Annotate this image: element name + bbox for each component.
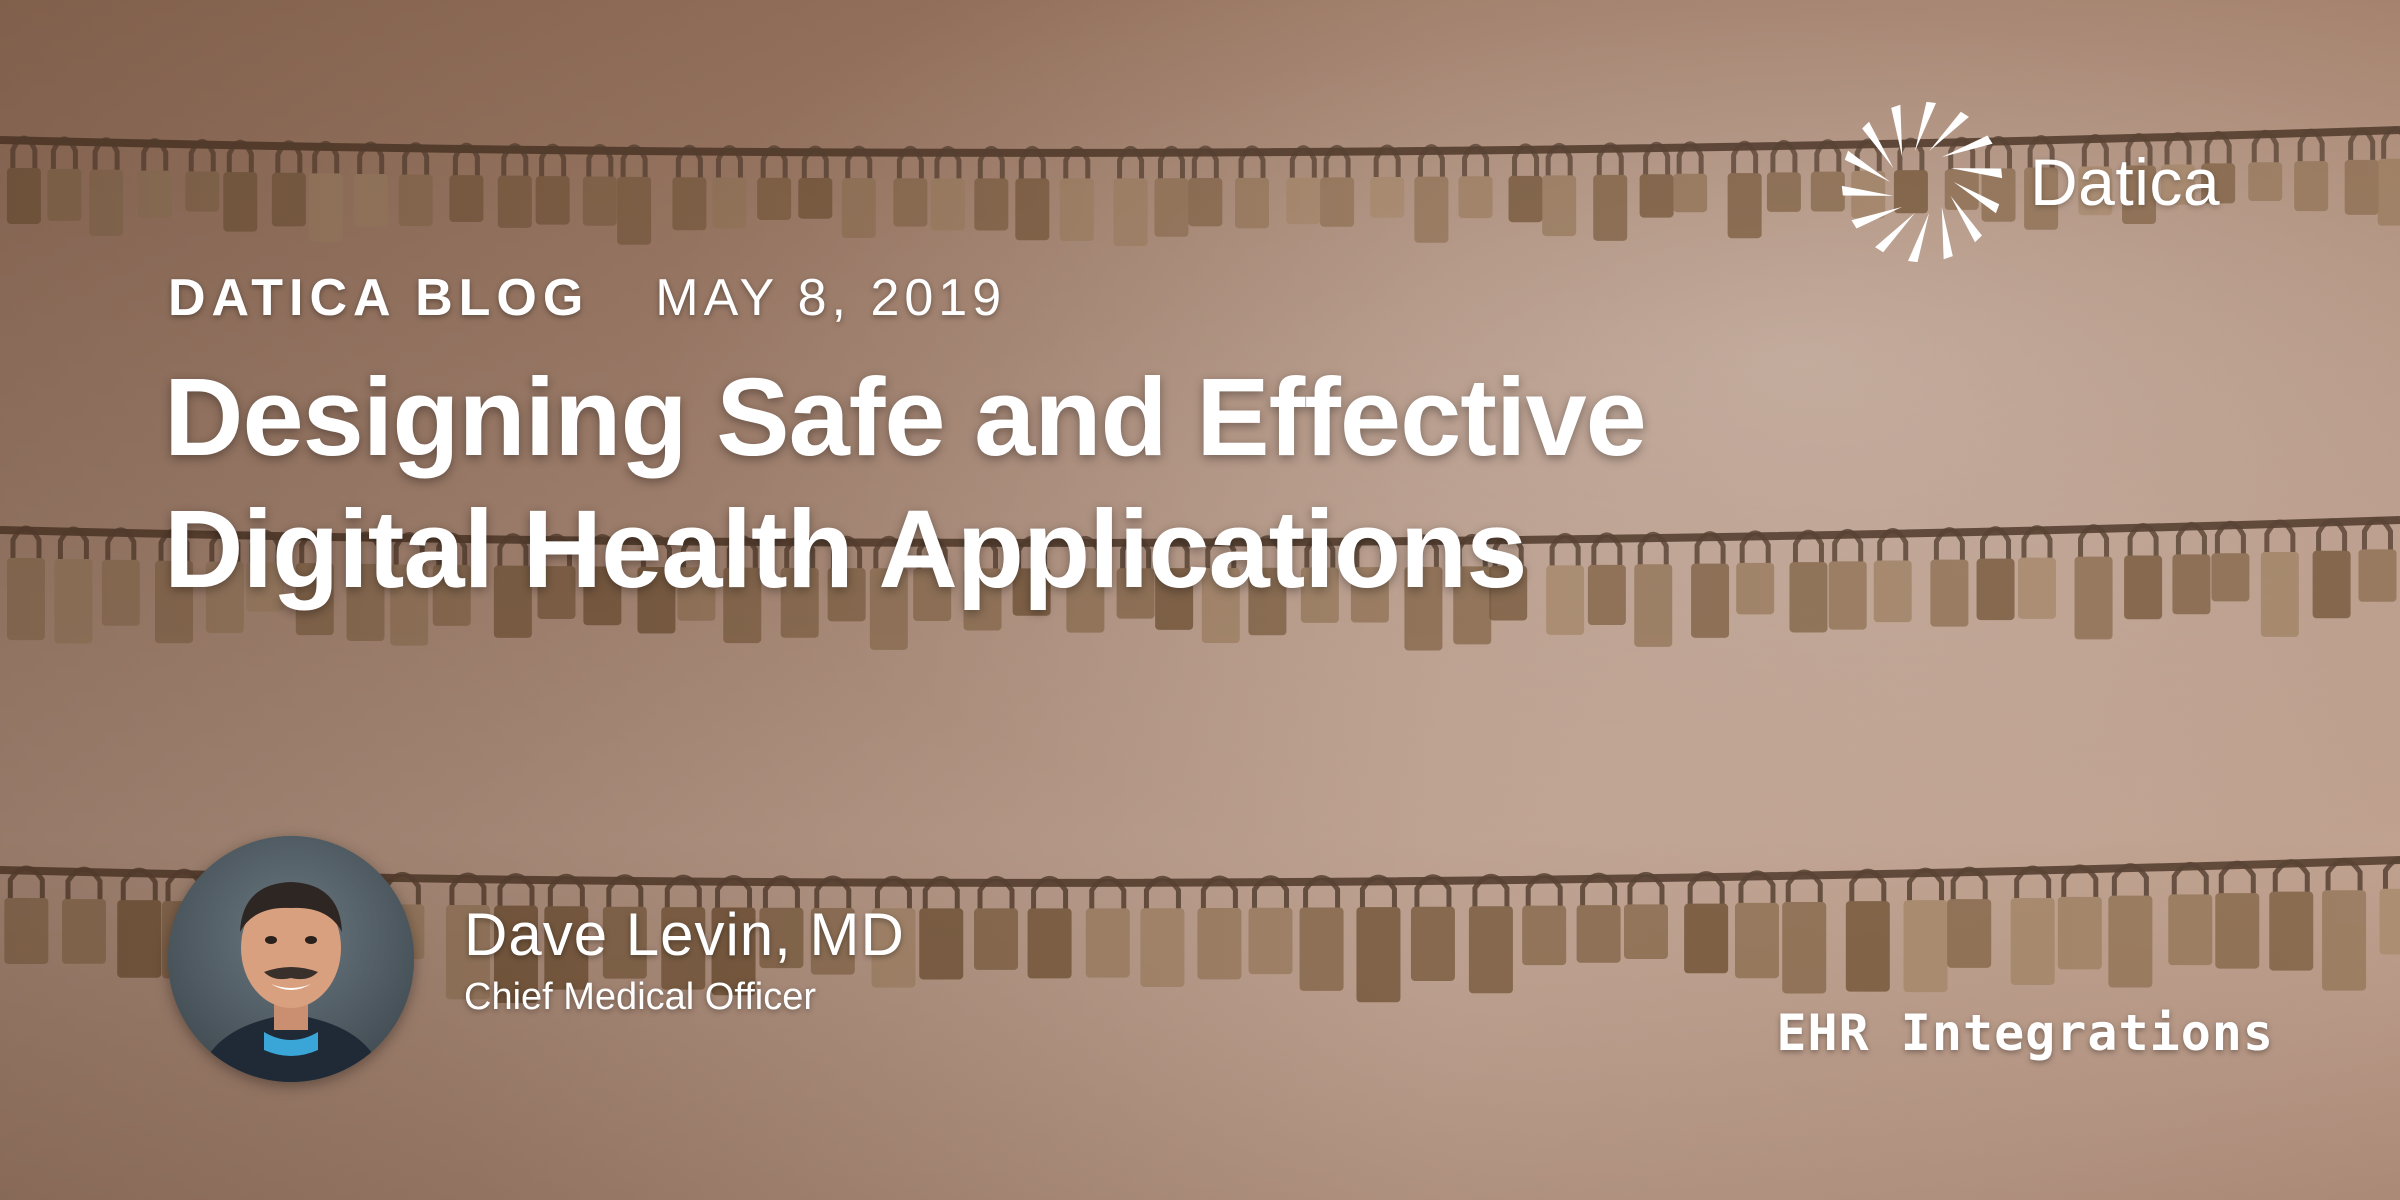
category-tag[interactable]: EHR Integrations xyxy=(1776,1004,2274,1062)
avatar xyxy=(168,836,414,1082)
starburst-ray xyxy=(1941,206,1953,260)
author-role: Chief Medical Officer xyxy=(464,975,816,1018)
starburst-ray xyxy=(1914,101,1936,152)
author-portrait-icon xyxy=(168,836,414,1082)
datica-starburst-icon xyxy=(1841,101,2003,263)
author-block: Dave Levin, MD Chief Medical Officer xyxy=(168,836,905,1082)
post-title: Designing Safe and Effective Digital Hea… xyxy=(164,356,1647,611)
post-date: MAY 8, 2019 xyxy=(655,269,1007,327)
starburst-ray xyxy=(1875,212,1915,253)
author-text: Dave Levin, MD Chief Medical Officer xyxy=(464,900,905,1019)
blog-label[interactable]: DATICA BLOG xyxy=(168,268,589,328)
starburst-ray xyxy=(1862,121,1894,169)
starburst-ray xyxy=(1929,111,1969,152)
starburst-ray xyxy=(1851,206,1903,229)
starburst-ray xyxy=(1950,195,1982,243)
brand-name: Datica xyxy=(2030,145,2221,219)
starburst-ray xyxy=(1891,104,1903,158)
brand-logo[interactable]: Datica xyxy=(1838,98,2220,266)
starburst-ray xyxy=(1908,212,1930,263)
starburst-ray xyxy=(1941,135,1993,158)
starburst-ray xyxy=(1950,168,2003,179)
post-kicker: DATICA BLOG MAY 8, 2019 xyxy=(168,268,1006,328)
author-name[interactable]: Dave Levin, MD xyxy=(464,900,905,970)
starburst-ray xyxy=(1841,185,1894,196)
